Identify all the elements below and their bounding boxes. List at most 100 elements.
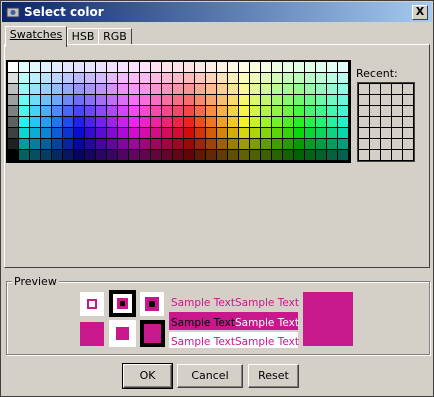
- swatch-cell[interactable]: [272, 84, 282, 94]
- swatch-cell[interactable]: [250, 62, 260, 72]
- swatch-cell[interactable]: [305, 84, 315, 94]
- swatch-cell[interactable]: [261, 84, 271, 94]
- swatch-cell[interactable]: [52, 139, 62, 149]
- swatch-cell[interactable]: [294, 150, 304, 160]
- swatch-cell[interactable]: [283, 95, 293, 105]
- ok-button[interactable]: OK: [122, 363, 173, 389]
- swatch-cell[interactable]: [261, 73, 271, 83]
- swatch-cell[interactable]: [316, 150, 326, 160]
- swatch-cell[interactable]: [151, 128, 161, 138]
- swatch-cell[interactable]: [327, 84, 337, 94]
- swatch-cell[interactable]: [316, 128, 326, 138]
- swatch-cell[interactable]: [118, 84, 128, 94]
- recent-swatch-cell[interactable]: [403, 106, 413, 116]
- swatch-cell[interactable]: [217, 139, 227, 149]
- recent-swatch-cell[interactable]: [370, 106, 380, 116]
- swatch-cell[interactable]: [250, 117, 260, 127]
- swatch-cell[interactable]: [195, 117, 205, 127]
- swatch-cell[interactable]: [96, 128, 106, 138]
- swatch-cell[interactable]: [8, 62, 18, 72]
- swatch-cell[interactable]: [195, 73, 205, 83]
- recent-swatch-cell[interactable]: [392, 84, 402, 94]
- swatch-cell[interactable]: [85, 84, 95, 94]
- swatch-cell[interactable]: [228, 117, 238, 127]
- swatch-cell[interactable]: [195, 95, 205, 105]
- swatch-cell[interactable]: [63, 84, 73, 94]
- swatch-cell[interactable]: [30, 95, 40, 105]
- swatch-cell[interactable]: [250, 139, 260, 149]
- swatch-cell[interactable]: [294, 95, 304, 105]
- swatch-cell[interactable]: [52, 128, 62, 138]
- swatch-cell[interactable]: [327, 73, 337, 83]
- recent-swatch-cell[interactable]: [381, 106, 391, 116]
- swatch-cell[interactable]: [327, 128, 337, 138]
- swatch-cell[interactable]: [173, 62, 183, 72]
- recent-swatch-cell[interactable]: [381, 117, 391, 127]
- swatch-cell[interactable]: [239, 150, 249, 160]
- swatch-cell[interactable]: [74, 117, 84, 127]
- swatch-cell[interactable]: [30, 62, 40, 72]
- swatch-cell[interactable]: [85, 128, 95, 138]
- swatch-cell[interactable]: [41, 95, 51, 105]
- swatch-cell[interactable]: [217, 150, 227, 160]
- swatch-cell[interactable]: [272, 106, 282, 116]
- swatch-cell[interactable]: [107, 117, 117, 127]
- swatch-cell[interactable]: [239, 62, 249, 72]
- recent-swatch-cell[interactable]: [381, 95, 391, 105]
- swatch-cell[interactable]: [305, 139, 315, 149]
- swatch-cell[interactable]: [250, 95, 260, 105]
- swatch-cell[interactable]: [327, 106, 337, 116]
- recent-swatch-cell[interactable]: [359, 117, 369, 127]
- swatch-cell[interactable]: [228, 139, 238, 149]
- swatch-cell[interactable]: [151, 95, 161, 105]
- swatch-cell[interactable]: [195, 128, 205, 138]
- swatch-cell[interactable]: [85, 73, 95, 83]
- swatch-cell[interactable]: [327, 62, 337, 72]
- swatch-cell[interactable]: [316, 73, 326, 83]
- swatch-cell[interactable]: [283, 73, 293, 83]
- swatch-cell[interactable]: [118, 150, 128, 160]
- swatch-cell[interactable]: [52, 95, 62, 105]
- swatch-cell[interactable]: [74, 128, 84, 138]
- swatch-cell[interactable]: [118, 139, 128, 149]
- swatch-cell[interactable]: [41, 150, 51, 160]
- swatch-cell[interactable]: [195, 106, 205, 116]
- swatch-cell[interactable]: [228, 106, 238, 116]
- swatch-cell[interactable]: [206, 95, 216, 105]
- swatch-cell[interactable]: [272, 139, 282, 149]
- swatch-cell[interactable]: [8, 117, 18, 127]
- swatch-cell[interactable]: [19, 128, 29, 138]
- swatch-cell[interactable]: [250, 106, 260, 116]
- swatch-cell[interactable]: [283, 84, 293, 94]
- recent-swatch-cell[interactable]: [403, 117, 413, 127]
- swatch-cell[interactable]: [30, 150, 40, 160]
- swatch-cell[interactable]: [173, 128, 183, 138]
- recent-swatch-cell[interactable]: [370, 150, 380, 160]
- swatch-cell[interactable]: [272, 62, 282, 72]
- swatch-cell[interactable]: [96, 117, 106, 127]
- swatch-cell[interactable]: [30, 106, 40, 116]
- swatch-cell[interactable]: [19, 84, 29, 94]
- swatch-cell[interactable]: [316, 139, 326, 149]
- swatch-cell[interactable]: [151, 117, 161, 127]
- swatch-cell[interactable]: [41, 73, 51, 83]
- swatch-cell[interactable]: [305, 117, 315, 127]
- swatch-grid-canvas[interactable]: [7, 61, 350, 162]
- swatch-cell[interactable]: [239, 73, 249, 83]
- swatch-cell[interactable]: [74, 106, 84, 116]
- swatch-cell[interactable]: [327, 150, 337, 160]
- swatch-cell[interactable]: [184, 150, 194, 160]
- swatch-cell[interactable]: [41, 84, 51, 94]
- swatch-cell[interactable]: [239, 117, 249, 127]
- swatch-cell[interactable]: [261, 62, 271, 72]
- swatch-cell[interactable]: [228, 84, 238, 94]
- swatch-cell[interactable]: [283, 106, 293, 116]
- recent-grid-canvas[interactable]: [358, 83, 414, 161]
- swatch-cell[interactable]: [250, 128, 260, 138]
- recent-swatch-cell[interactable]: [392, 139, 402, 149]
- swatch-cell[interactable]: [228, 62, 238, 72]
- recent-swatch-cell[interactable]: [359, 106, 369, 116]
- swatch-cell[interactable]: [63, 73, 73, 83]
- swatch-cell[interactable]: [294, 117, 304, 127]
- swatch-cell[interactable]: [41, 62, 51, 72]
